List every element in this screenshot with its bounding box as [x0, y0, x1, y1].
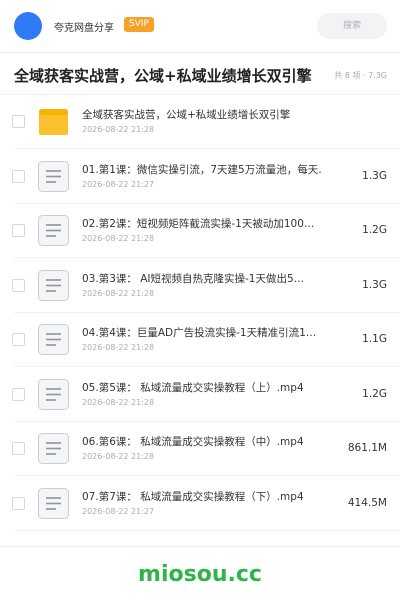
file-row[interactable]: 全域获客实战营，公域+私域业绩增长双引擎 2026-08-22 21:28	[0, 95, 400, 149]
file-name: 01.第1课：微信实操引流，7天建5万流量池，每天…	[82, 163, 322, 176]
watermark: miosou.cc	[138, 562, 262, 587]
file-row[interactable]: 01.第1课：微信实操引流，7天建5万流量池，每天… 2026-08-22 21:…	[0, 150, 400, 204]
file-name: 02.第2课：短视频矩阵截流实操-1天被动加100…	[82, 218, 315, 230]
file-row[interactable]: 02.第2课：短视频矩阵截流实操-1天被动加100… 2026-08-22 21:…	[0, 204, 400, 258]
row-divider	[14, 529, 400, 531]
file-row[interactable]: 04.第4课：巨量AD广告投流实操-1天精准引流1… 2026-08-22 21:…	[0, 313, 400, 367]
file-date: 2026-08-22 21:28	[82, 343, 155, 352]
select-checkbox[interactable]	[12, 387, 25, 401]
file-date: 2026-08-22 21:28	[82, 234, 155, 243]
list-end-divider	[0, 546, 400, 547]
folder-title: 全域获客实战营，公域+私域业绩增长双引擎	[14, 67, 312, 85]
file-date: 2026-08-22 21:28	[82, 397, 155, 407]
file-date: 2026-08-22 21:27	[82, 179, 155, 189]
file-size: 1.3G	[362, 169, 387, 182]
file-row[interactable]: 07.第7课： 私域流量成交实操教程（下）.mp4 2026-08-22 21:2…	[0, 477, 400, 531]
select-checkbox[interactable]	[12, 496, 25, 510]
file-date: 2026-08-22 21:28	[82, 288, 155, 298]
file-row[interactable]: 03.第3课： AI短视频自热克隆实操-1天做出5… 2026-08-22 21:…	[0, 259, 400, 313]
select-checkbox[interactable]	[12, 169, 25, 183]
brand-title: 夸克网盘分享	[54, 23, 114, 34]
select-checkbox[interactable]	[12, 442, 25, 455]
file-date: 2026-08-22 21:28	[82, 125, 155, 134]
file-size: 861.1M	[347, 442, 387, 454]
file-name: 06.第6课： 私域流量成交实操教程（中）.mp4	[82, 436, 304, 448]
document-icon	[37, 487, 70, 520]
document-icon	[37, 160, 70, 193]
select-checkbox[interactable]	[12, 333, 25, 346]
file-row[interactable]: 06.第6课： 私域流量成交实操教程（中）.mp4 2026-08-22 21:2…	[0, 422, 400, 476]
file-size: 1.1G	[362, 333, 387, 345]
header-divider	[0, 52, 400, 53]
folder-icon	[37, 105, 70, 138]
avatar[interactable]	[14, 12, 42, 40]
select-checkbox[interactable]	[12, 278, 25, 292]
document-icon	[37, 269, 70, 302]
file-size: 1.2G	[362, 387, 387, 400]
document-icon	[37, 323, 70, 356]
file-date: 2026-08-22 21:27	[82, 506, 155, 516]
file-size: 414.5M	[347, 496, 387, 509]
file-name: 全域获客实战营，公域+私域业绩增长双引擎	[82, 109, 291, 121]
top-bar: 夸克网盘分享 SVIP 搜索	[0, 0, 400, 52]
file-name: 03.第3课： AI短视频自热克隆实操-1天做出5…	[82, 272, 305, 285]
search-input[interactable]: 搜索	[317, 13, 387, 39]
file-name: 05.第5课： 私域流量成交实操教程（上）.mp4	[82, 381, 304, 394]
select-checkbox[interactable]	[12, 224, 25, 237]
file-row[interactable]: 05.第5课： 私域流量成交实操教程（上）.mp4 2026-08-22 21:2…	[0, 368, 400, 422]
document-icon	[37, 432, 70, 465]
file-name: 07.第7课： 私域流量成交实操教程（下）.mp4	[82, 490, 304, 503]
file-name: 04.第4课：巨量AD广告投流实操-1天精准引流1…	[82, 327, 317, 339]
file-date: 2026-08-22 21:28	[82, 452, 155, 461]
folder-meta: 共 8 项 · 7.3G	[334, 71, 387, 80]
document-icon	[37, 214, 70, 247]
select-checkbox[interactable]	[12, 115, 25, 128]
document-icon	[37, 378, 70, 411]
svip-badge: SVIP	[124, 17, 154, 32]
file-size: 1.3G	[362, 278, 387, 291]
file-size: 1.2G	[362, 224, 387, 236]
